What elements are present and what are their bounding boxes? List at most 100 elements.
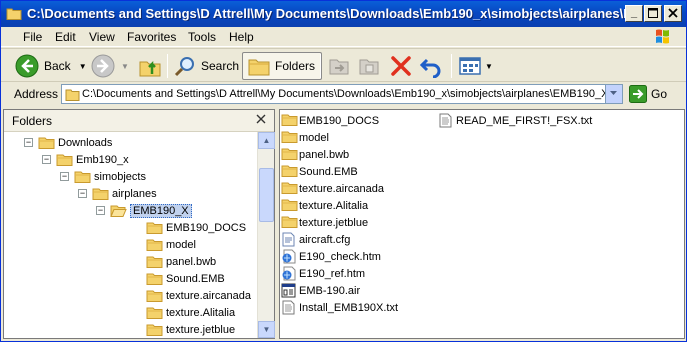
file-name: texture.jetblue (299, 216, 369, 229)
up-folder-icon (139, 60, 161, 77)
tree-item-label: texture.aircanada (166, 289, 251, 302)
copy-to-icon (359, 59, 379, 75)
go-button[interactable]: Go (629, 85, 667, 103)
menu-edit[interactable]: Edit (55, 30, 76, 44)
tree-collapse-button[interactable]: − (60, 172, 69, 181)
maximize-button[interactable] (644, 5, 662, 22)
file-item[interactable]: READ_ME_FIRST!_FSX.txt (438, 112, 592, 129)
up-folder-button[interactable] (138, 52, 162, 80)
back-label: Back (44, 59, 71, 73)
menu-help[interactable]: Help (229, 30, 254, 44)
menu-file[interactable]: File (23, 30, 42, 44)
menu-view[interactable]: View (89, 30, 115, 44)
tree-collapse-button[interactable]: − (96, 206, 105, 215)
folder-icon (92, 187, 109, 200)
tree-item[interactable]: − Downloads (24, 134, 112, 151)
search-icon (174, 57, 194, 77)
tree-item[interactable]: texture.aircanada (146, 287, 251, 304)
copy-to-button[interactable] (357, 52, 381, 80)
tree-item[interactable]: − simobjects (60, 168, 146, 185)
address-input[interactable]: C:\Documents and Settings\D Attrell\My D… (61, 84, 623, 104)
file-item[interactable]: panel.bwb (281, 146, 349, 163)
file-item[interactable]: E190_check.htm (281, 248, 381, 265)
air-file-icon (281, 283, 296, 298)
file-item[interactable]: texture.jetblue (281, 214, 368, 231)
tree-collapse-button[interactable]: − (24, 138, 33, 147)
folders-scrollbar[interactable]: ▲ ▼ (257, 132, 275, 338)
folder-icon (281, 181, 298, 196)
move-to-button[interactable] (327, 52, 351, 80)
undo-button[interactable] (419, 52, 443, 80)
file-name: READ_ME_FIRST!_FSX.txt (456, 114, 593, 127)
folder-icon (65, 89, 80, 101)
address-value: C:\Documents and Settings\D Attrell\My D… (82, 88, 609, 100)
folders-label: Folders (275, 59, 316, 73)
folder-icon (56, 153, 73, 166)
folder-icon (6, 8, 22, 20)
delete-button[interactable] (389, 52, 413, 80)
scrollbar-thumb[interactable] (259, 168, 274, 222)
minimize-button[interactable]: _ (625, 5, 643, 22)
text-file-icon (281, 300, 296, 315)
file-item[interactable]: Install_EMB190X.txt (281, 299, 398, 316)
tree-item[interactable]: − EMB190_X (96, 202, 192, 219)
forward-dropdown-icon[interactable]: ▼ (121, 62, 129, 71)
file-item[interactable]: texture.Alitalia (281, 197, 368, 214)
file-item[interactable]: texture.aircanada (281, 180, 384, 197)
tree-item-label: texture.jetblue (166, 323, 236, 336)
tree-item[interactable]: model (146, 236, 196, 253)
folders-pane-close-button[interactable] (254, 114, 268, 127)
close-icon (668, 8, 678, 18)
scroll-down-button[interactable]: ▼ (258, 321, 275, 338)
folder-icon (146, 289, 163, 302)
file-name: Sound.EMB (299, 165, 358, 178)
menu-tools[interactable]: Tools (188, 30, 216, 44)
tree-collapse-button[interactable]: − (78, 189, 87, 198)
file-item[interactable]: Sound.EMB (281, 163, 358, 180)
tree-collapse-button[interactable]: − (42, 155, 51, 164)
maximize-icon (648, 8, 658, 18)
tree-item[interactable]: texture.Alitalia (146, 304, 235, 321)
scroll-up-button[interactable]: ▲ (258, 132, 275, 149)
file-name: texture.Alitalia (299, 199, 369, 212)
file-item[interactable]: aircraft.cfg (281, 231, 350, 248)
file-name: E190_check.htm (299, 250, 381, 263)
go-arrow-icon (629, 85, 647, 103)
undo-icon (419, 58, 441, 78)
file-name: model (299, 131, 329, 144)
file-item[interactable]: model (281, 129, 329, 146)
menu-favorites[interactable]: Favorites (127, 30, 176, 44)
windows-logo-icon (656, 29, 669, 44)
back-dropdown-icon[interactable]: ▼ (79, 62, 87, 71)
views-dropdown-icon[interactable]: ▼ (485, 62, 493, 71)
folders-pane: Folders − Downloads − Emb190_x − simobjects − a… (3, 109, 275, 339)
back-button[interactable]: Back ▼ (15, 52, 87, 80)
menu-bar: File Edit View Favorites Tools Help (1, 27, 686, 47)
title-bar[interactable]: C:\Documents and Settings\D Attrell\My D… (1, 1, 686, 27)
forward-button[interactable]: ▼ (91, 52, 129, 80)
views-button[interactable]: ▼ (458, 52, 493, 80)
file-name: texture.aircanada (299, 182, 384, 195)
tree-item[interactable]: EMB190_DOCS (146, 219, 246, 236)
move-to-icon (329, 59, 349, 75)
file-name: panel.bwb (299, 148, 350, 161)
file-item[interactable]: E190_ref.htm (281, 265, 365, 282)
folder-icon (281, 215, 298, 230)
file-item[interactable]: EMB190_DOCS (281, 112, 379, 129)
tree-item[interactable]: panel.bwb (146, 253, 216, 270)
folder-icon (38, 136, 55, 149)
folders-icon (248, 59, 270, 76)
file-name: EMB190_DOCS (299, 114, 380, 127)
tree-item[interactable]: − Emb190_x (42, 151, 129, 168)
file-item[interactable]: EMB-190.air (281, 282, 360, 299)
address-dropdown-button[interactable] (605, 85, 622, 103)
tree-item[interactable]: − airplanes (78, 185, 157, 202)
tree-item[interactable]: texture.jetblue (146, 321, 235, 338)
file-name: E190_ref.htm (299, 267, 366, 280)
text-file-icon (438, 113, 453, 128)
close-button[interactable] (664, 5, 682, 22)
folders-button[interactable]: Folders (242, 52, 323, 80)
search-button[interactable]: Search (173, 52, 239, 80)
address-bar: Address C:\Documents and Settings\D Attr… (1, 83, 686, 105)
tree-item[interactable]: Sound.EMB (146, 270, 225, 287)
